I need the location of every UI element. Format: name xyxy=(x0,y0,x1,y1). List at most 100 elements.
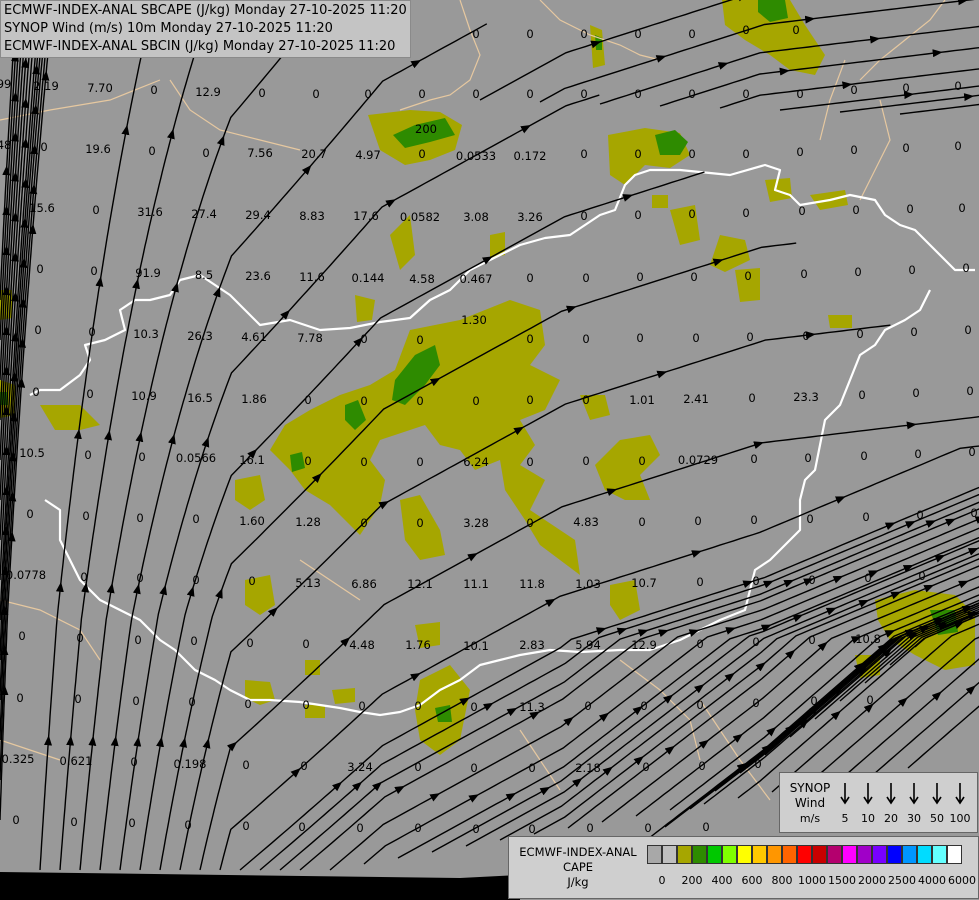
grid-value-label: 0.172 xyxy=(514,149,547,163)
grid-value-label: 0 xyxy=(300,759,307,773)
cape-tick-label: 800 xyxy=(771,874,793,887)
wind-arrowhead xyxy=(31,104,40,115)
grid-value-label: 7.70 xyxy=(87,81,113,95)
grid-value-label: 2.18 xyxy=(575,761,601,775)
wind-arrowhead xyxy=(44,735,53,746)
grid-value-label: 0 xyxy=(242,819,249,833)
wind-arrowhead xyxy=(20,217,29,228)
grid-value-label: 0 xyxy=(84,448,91,462)
grid-value-label: 0 xyxy=(752,696,759,710)
cape-swatch xyxy=(857,845,872,864)
grid-value-label: 0 xyxy=(134,633,141,647)
wind-arrowhead xyxy=(21,137,30,149)
grid-value-label: 0 xyxy=(688,27,695,41)
grid-value-label: 4.97 xyxy=(355,148,381,162)
grid-value-label: 0 xyxy=(526,455,533,469)
grid-value-label: 0 xyxy=(958,201,965,215)
cape-tick-label: 0 xyxy=(658,874,666,887)
grid-value-label: 0 xyxy=(528,761,535,775)
grid-value-label: 0 xyxy=(184,818,191,832)
grid-value-label: 5.94 xyxy=(575,638,601,652)
grid-value-label: 7.78 xyxy=(297,331,323,345)
grid-value-label: 0 xyxy=(356,821,363,835)
grid-value-label: 1.28 xyxy=(295,515,321,529)
grid-value-label: 0 xyxy=(360,394,367,408)
grid-value-label: 0 xyxy=(582,332,589,346)
wind-arrowhead xyxy=(21,57,30,69)
cape-swatch xyxy=(902,845,917,864)
grid-value-label: 0 xyxy=(640,699,647,713)
cape-tick-label: 600 xyxy=(741,874,763,887)
grid-value-label: 0 xyxy=(244,697,251,711)
grid-value-label: 0 xyxy=(580,87,587,101)
wind-arrowhead xyxy=(11,331,20,342)
grid-value-label: 0 xyxy=(850,143,857,157)
cape-area-low xyxy=(652,195,668,208)
grid-value-label: 0 xyxy=(634,27,641,41)
grid-value-label: 0 xyxy=(302,637,309,651)
grid-value-label: 10.9 xyxy=(131,389,157,403)
wind-arrowhead xyxy=(11,211,20,222)
grid-value-label: 0 xyxy=(644,821,651,835)
grid-value-label: 0 xyxy=(806,512,813,526)
grid-value-label: 0 xyxy=(688,207,695,221)
grid-value-label: 0 xyxy=(526,271,533,285)
grid-value-label: 0 xyxy=(916,508,923,522)
grid-value-label: 0 xyxy=(74,692,81,706)
cape-tick-label: 1500 xyxy=(828,874,856,887)
grid-value-label: 0 xyxy=(634,87,641,101)
grid-value-label: 0 xyxy=(526,393,533,407)
wind-arrowhead xyxy=(73,428,82,440)
grid-value-label: 4.83 xyxy=(573,515,599,529)
title-synop-wind: SYNOP Wind (m/s) 10m Monday 27-10-2025 1… xyxy=(4,21,333,36)
grid-value-label: 0 xyxy=(132,694,139,708)
cape-swatch xyxy=(947,845,962,864)
grid-value-label: 0 xyxy=(88,325,95,339)
cape-swatch xyxy=(737,845,752,864)
grid-value-label: 0 xyxy=(360,516,367,530)
grid-value-label: 0 xyxy=(860,449,867,463)
grid-value-label: 0 xyxy=(914,447,921,461)
grid-value-label: 0 xyxy=(18,629,25,643)
grid-value-label: 0 xyxy=(526,87,533,101)
grid-value-label: 0 xyxy=(692,331,699,345)
cape-swatch xyxy=(812,845,827,864)
cape-tick-label: 200 xyxy=(681,874,703,887)
wind-legend-title-3: m/s xyxy=(799,812,821,825)
wind-arrowhead xyxy=(88,735,97,746)
grid-value-label: 0 xyxy=(742,206,749,220)
grid-value-label: 0 xyxy=(526,332,533,346)
grid-value-label: 15.6 xyxy=(29,201,55,215)
grid-value-label: 0 xyxy=(748,391,755,405)
grid-value-label: 0 xyxy=(528,822,535,836)
grid-value-label: 2.19 xyxy=(33,79,59,93)
grid-value-label: 0 xyxy=(416,394,423,408)
grid-value-label: 0 xyxy=(246,636,253,650)
grid-value-label: 20.7 xyxy=(301,147,327,161)
grid-value-label: 0 xyxy=(800,267,807,281)
grid-value-label: 0 xyxy=(76,631,83,645)
grid-value-label: 10.7 xyxy=(631,576,657,590)
grid-value-label: 10.5 xyxy=(19,446,45,460)
grid-value-label: 0 xyxy=(854,265,861,279)
grid-value-label: 0 xyxy=(90,264,97,278)
cape-swatch xyxy=(842,845,857,864)
grid-value-label: 0 xyxy=(696,698,703,712)
grid-value-label: 0 xyxy=(26,507,33,521)
cape-legend-title-1: ECMWF-INDEX-ANAL xyxy=(519,845,637,859)
cape-swatch xyxy=(797,845,812,864)
grid-value-label: 0 xyxy=(418,147,425,161)
wind-arrowhead xyxy=(906,421,917,430)
grid-value-label: 0 xyxy=(792,23,799,37)
title-sbcin: ECMWF-INDEX-ANAL SBCIN (J/kg) Monday 27-… xyxy=(4,39,396,54)
grid-value-label: 10.1 xyxy=(463,639,489,653)
grid-value-label: 0 xyxy=(304,454,311,468)
grid-value-label: 0 xyxy=(910,325,917,339)
grid-value-label: 1.01 xyxy=(629,393,655,407)
grid-value-label: 0 xyxy=(470,700,477,714)
grid-value-label: 0 xyxy=(12,813,19,827)
grid-value-label: 0 xyxy=(580,27,587,41)
grid-value-label: 0 xyxy=(258,86,265,100)
grid-value-label: 0 xyxy=(802,329,809,343)
cape-swatch xyxy=(692,845,707,864)
